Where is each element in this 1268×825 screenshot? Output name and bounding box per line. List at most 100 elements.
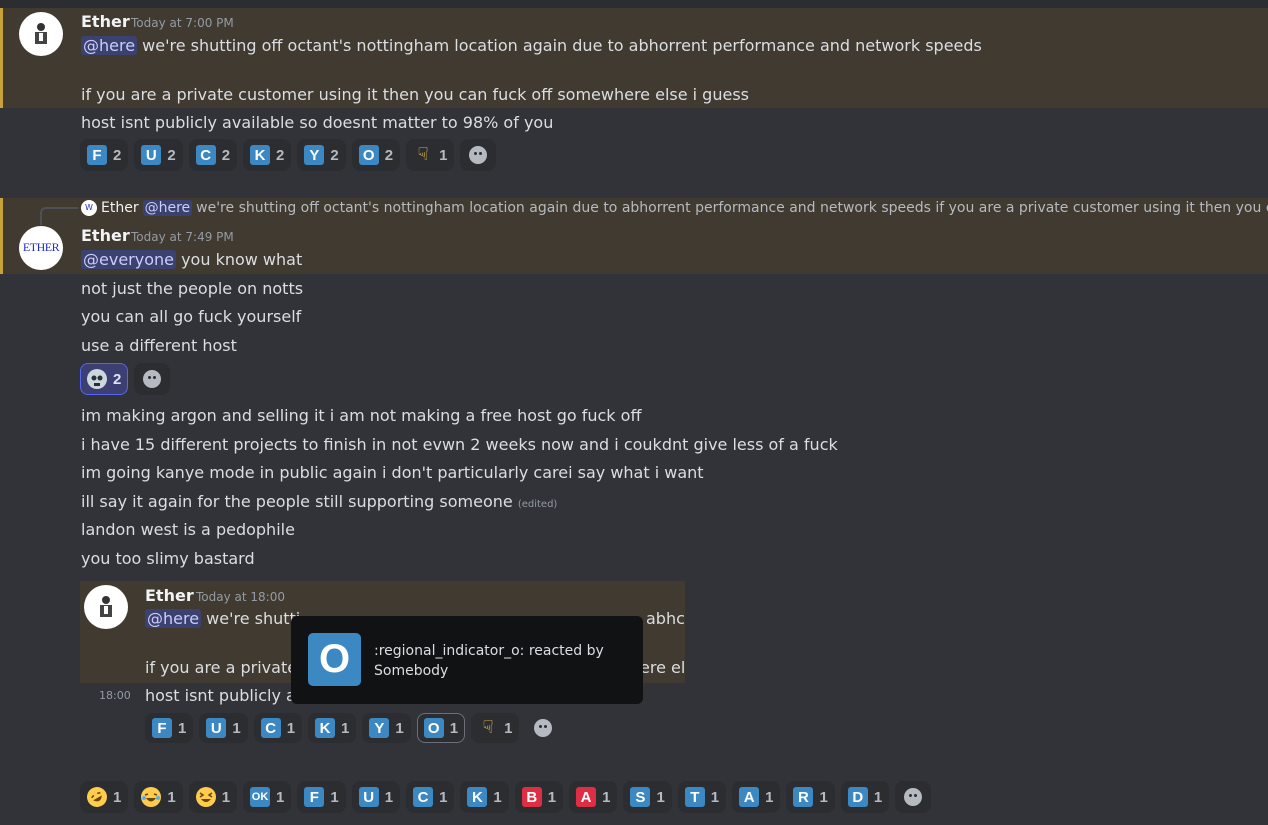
reaction-count: 1	[602, 788, 611, 806]
message-username[interactable]: Ether	[81, 12, 130, 31]
reaction-count: 1	[330, 788, 339, 806]
reaction-count: 1	[286, 719, 296, 737]
regional-indicator-u-icon: U	[358, 787, 379, 807]
message-line: you too slimy bastard	[81, 549, 255, 568]
embed-line: host isnt publicly av	[145, 686, 306, 705]
regional-indicator-d-icon: D	[847, 787, 868, 807]
ok-icon: OK	[250, 787, 271, 807]
regional-indicator-o-icon: O	[423, 718, 444, 738]
reaction-u[interactable]: U2	[134, 139, 183, 171]
reaction-u[interactable]: U1	[351, 781, 401, 813]
add-reaction-button[interactable]	[460, 139, 497, 171]
reaction-t[interactable]: T1	[677, 781, 727, 813]
add-reaction-button	[525, 713, 561, 743]
reaction-f: F1	[145, 713, 194, 743]
reaction-count: 2	[221, 146, 231, 164]
message-line: @here we're shutting off octant's nottin…	[81, 35, 982, 57]
message-line: host isnt publicly available so doesnt m…	[81, 113, 554, 132]
reaction-y[interactable]: Y2	[297, 139, 346, 171]
add-reaction-icon	[904, 788, 923, 806]
regional-indicator-y-icon: Y	[369, 718, 390, 738]
embed-line: @here we're shutti	[145, 608, 300, 630]
reaction-laughing[interactable]: 1	[188, 781, 238, 813]
reaction-count: 1	[765, 788, 774, 806]
reaction-count: 1	[232, 719, 241, 737]
regional-indicator-a-icon: A	[739, 787, 760, 807]
mention-here[interactable]: @here	[81, 36, 138, 55]
regional-indicator-o-icon: O	[358, 145, 379, 165]
avatar[interactable]	[19, 12, 63, 56]
reaction-rofl[interactable]: 1	[80, 781, 129, 813]
reaction-count: 1	[384, 788, 394, 806]
reaction-k: K1	[308, 713, 357, 743]
reaction-count: 1	[167, 788, 176, 806]
reaction-count: 2	[276, 146, 285, 164]
reaction-k[interactable]: K1	[460, 781, 509, 813]
message-line: @everyone you know what	[81, 249, 302, 271]
reaction-d[interactable]: D1	[840, 781, 890, 813]
reaction-middle-finger[interactable]: ☟ 1	[406, 139, 455, 171]
message-timestamp[interactable]: Today at 7:00 PM	[131, 16, 234, 30]
reaction-count: 1	[873, 788, 883, 806]
reaction-c[interactable]: C1	[406, 781, 455, 813]
message-line: im making argon and selling it i am not …	[81, 406, 642, 425]
reaction-skull[interactable]: 2	[80, 363, 129, 395]
add-reaction-button[interactable]	[134, 363, 171, 395]
message-line: you can all go fuck yourself	[81, 307, 302, 326]
reaction-count: 1	[113, 788, 122, 806]
reaction-bar: 2	[80, 363, 171, 395]
joy-icon	[141, 787, 162, 807]
reaction-count: 1	[341, 719, 350, 737]
reaction-r[interactable]: R1	[786, 781, 835, 813]
mention-everyone[interactable]: @everyone	[81, 250, 176, 269]
regional-indicator-f-icon: F	[87, 145, 107, 165]
message-line: im going kanye mode in public again i do…	[81, 463, 704, 482]
add-reaction-icon	[534, 719, 553, 737]
embed-username: Ether	[145, 586, 194, 605]
reaction-bar: F2 U2 C2 K2 Y2 O2 ☟ 1	[80, 139, 497, 171]
message-line: i have 15 different projects to finish i…	[81, 435, 838, 454]
reaction-count: 2	[384, 146, 394, 164]
reaction-a-red[interactable]: A1	[569, 781, 618, 813]
message-text: ill say it again for the people still su…	[81, 492, 513, 511]
embed-avatar	[84, 585, 128, 629]
regional-indicator-t-icon: T	[684, 787, 705, 807]
avatar[interactable]: ETHER	[19, 226, 63, 270]
reaction-count: 1	[178, 719, 187, 737]
reaction-f[interactable]: F2	[80, 139, 129, 171]
reaction-count: 1	[656, 788, 665, 806]
reaction-count: 2	[330, 146, 339, 164]
reaction-s[interactable]: S1	[623, 781, 672, 813]
rofl-icon	[83, 783, 111, 811]
message-timestamp[interactable]: Today at 7:49 PM	[131, 230, 234, 244]
reaction-a[interactable]: A1	[732, 781, 781, 813]
avatar-text: ETHER	[22, 240, 60, 254]
regional-indicator-c-icon: C	[195, 145, 216, 165]
reaction-joy[interactable]: 1	[134, 781, 183, 813]
reaction-k[interactable]: K2	[243, 139, 292, 171]
reaction-ok[interactable]: OK 1	[243, 781, 292, 813]
reaction-u: U1	[199, 713, 248, 743]
reaction-count: 1	[819, 788, 828, 806]
regional-indicator-f-icon: F	[152, 718, 172, 738]
embed-reaction-bar: F1 U1 C1 K1 Y1 O1 ☟ 1	[145, 713, 561, 743]
reaction-count: 1	[493, 788, 502, 806]
regional-indicator-r-icon: R	[793, 787, 814, 807]
reply-preview[interactable]: W Ether @here we're shutting off octant'…	[81, 200, 1268, 216]
reaction-count: 1	[221, 788, 231, 806]
message-line: ill say it again for the people still su…	[81, 491, 557, 516]
middle-finger-icon: ☟	[417, 144, 429, 165]
tooltip-text: :regional_indicator_o: reacted by Somebo…	[374, 643, 604, 679]
reaction-b[interactable]: B1	[514, 781, 564, 813]
add-reaction-button[interactable]	[895, 781, 932, 813]
reaction-f[interactable]: F1	[297, 781, 346, 813]
message-username[interactable]: Ether	[81, 226, 130, 245]
reaction-y: Y1	[362, 713, 411, 743]
top-strip	[0, 0, 1268, 8]
reaction-o[interactable]: O2	[351, 139, 401, 171]
embed-line: if you are a private c	[145, 658, 311, 677]
reaction-count: 1	[449, 719, 459, 737]
reaction-c[interactable]: C2	[188, 139, 238, 171]
a-button-icon: A	[576, 787, 597, 807]
reply-username[interactable]: Ether	[101, 200, 139, 216]
